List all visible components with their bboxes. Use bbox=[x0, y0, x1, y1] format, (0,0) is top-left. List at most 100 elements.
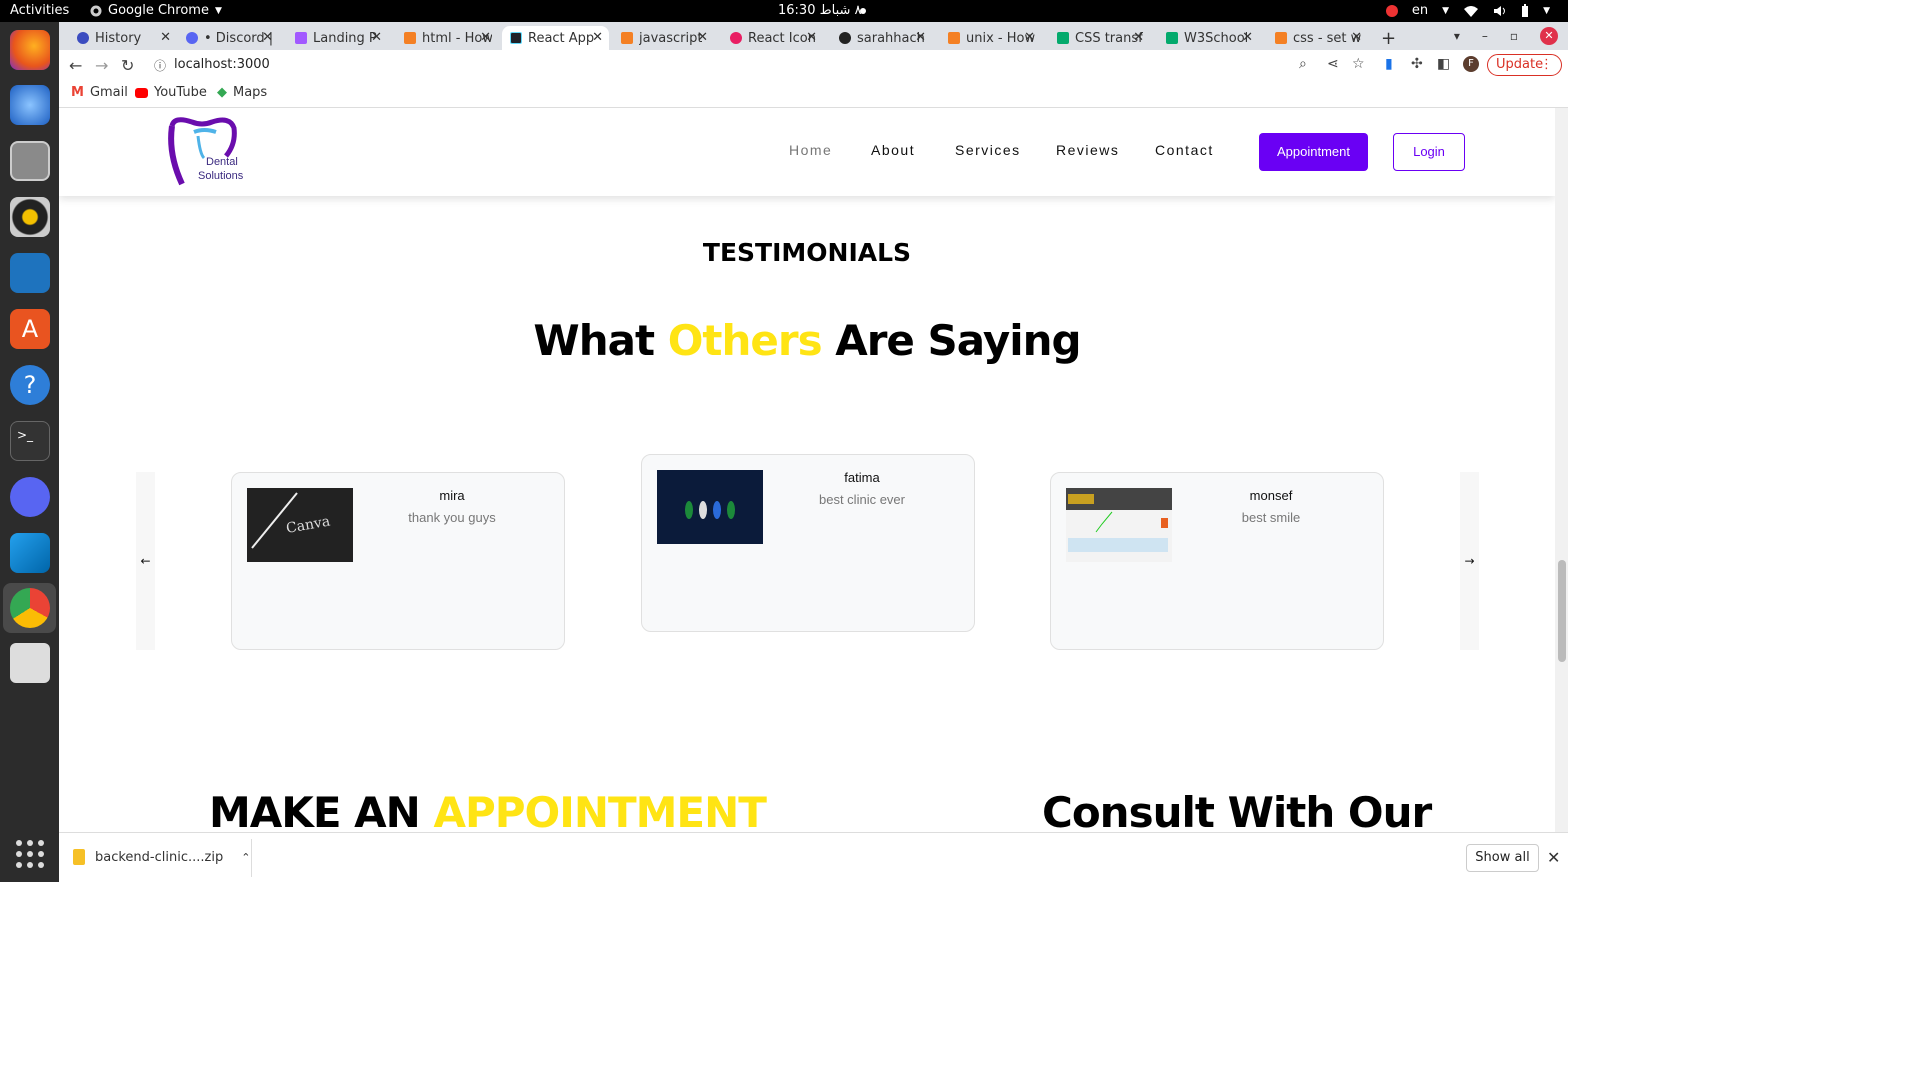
nav-contact[interactable]: Contact bbox=[1155, 142, 1214, 158]
page-scrollbar[interactable] bbox=[1555, 108, 1568, 832]
nav-services[interactable]: Services bbox=[955, 142, 1021, 158]
back-arrow-icon[interactable]: ← bbox=[69, 56, 82, 75]
close-icon[interactable]: ✕ bbox=[697, 30, 708, 45]
tab-history[interactable]: History ✕ bbox=[69, 26, 177, 50]
chevron-up-icon[interactable]: ⌃ bbox=[241, 851, 250, 864]
testimonial-name: mira bbox=[439, 488, 465, 503]
nav-about[interactable]: About bbox=[871, 142, 915, 158]
minimize-icon[interactable]: – bbox=[1482, 29, 1488, 43]
update-button[interactable]: Update ⋮ bbox=[1487, 54, 1562, 76]
show-apps-icon[interactable] bbox=[16, 840, 44, 868]
appointment-heading-highlight: APPOINTMENT bbox=[433, 788, 766, 832]
tab-javascript[interactable]: javascript ✕ bbox=[613, 26, 714, 50]
close-window-icon[interactable]: ✕ bbox=[1540, 27, 1558, 45]
section-heading: What Others Are Saying bbox=[59, 316, 1555, 365]
close-icon[interactable]: ✕ bbox=[1351, 30, 1362, 45]
discord-icon[interactable] bbox=[10, 477, 50, 517]
firefox-icon[interactable] bbox=[10, 30, 50, 70]
bookmark-gmail[interactable]: M Gmail bbox=[71, 85, 128, 100]
close-icon[interactable]: ✕ bbox=[480, 30, 491, 45]
tab-css-set[interactable]: css - set w ✕ bbox=[1267, 26, 1368, 50]
testimonial-name: fatima bbox=[844, 470, 880, 485]
close-icon[interactable]: ✕ bbox=[1024, 30, 1035, 45]
bookmark-star-icon[interactable]: ☆ bbox=[1352, 56, 1365, 72]
close-icon[interactable]: ✕ bbox=[915, 30, 926, 45]
tab-sarahhach[interactable]: sarahhach ✕ bbox=[831, 26, 932, 50]
thunderbird-icon[interactable] bbox=[10, 85, 50, 125]
testimonial-image: Canva bbox=[247, 488, 353, 562]
new-tab-button[interactable]: + bbox=[1381, 28, 1396, 49]
nav-reviews[interactable]: Reviews bbox=[1056, 142, 1119, 158]
chrome-dock-icon[interactable] bbox=[10, 588, 50, 628]
close-icon[interactable]: ✕ bbox=[262, 30, 273, 45]
zip-file-icon bbox=[73, 849, 85, 865]
tab-w3schools[interactable]: W3School ✕ bbox=[1158, 26, 1259, 50]
heading-part1: What bbox=[533, 316, 668, 365]
search-icon[interactable] bbox=[10, 643, 50, 683]
rhythmbox-icon[interactable] bbox=[10, 197, 50, 237]
system-tray[interactable]: en ▼ ▼ bbox=[1385, 3, 1550, 18]
site-logo[interactable]: Dental Solutions bbox=[164, 114, 254, 189]
close-icon[interactable]: ✕ bbox=[592, 30, 603, 45]
close-icon[interactable]: ✕ bbox=[371, 30, 382, 45]
bookmark-maps[interactable]: ◆ Maps bbox=[217, 85, 267, 100]
tab-react-icons[interactable]: React Icon ✕ bbox=[722, 26, 823, 50]
testimonial-card: fatima best clinic ever bbox=[641, 454, 975, 632]
show-all-button[interactable]: Show all bbox=[1466, 844, 1539, 872]
side-panel-icon[interactable]: ◧ bbox=[1437, 56, 1450, 72]
software-center-icon[interactable]: A bbox=[10, 309, 50, 349]
bookmark-label: Gmail bbox=[89, 85, 128, 100]
close-icon[interactable]: ✕ bbox=[160, 30, 171, 45]
writer-icon[interactable] bbox=[10, 253, 50, 293]
tab-html-how[interactable]: html - How ✕ bbox=[396, 26, 497, 50]
chevron-down-icon: ▼ bbox=[1442, 5, 1450, 16]
app-menu[interactable]: Google Chrome ▼ bbox=[90, 3, 222, 18]
puzzle-icon[interactable]: ✣ bbox=[1411, 56, 1423, 72]
profile-avatar[interactable]: F bbox=[1463, 56, 1479, 72]
close-icon[interactable]: ✕ bbox=[1547, 848, 1560, 867]
nav-home[interactable]: Home bbox=[789, 142, 832, 158]
prev-arrow-button[interactable]: ← bbox=[136, 472, 155, 650]
login-button[interactable]: Login bbox=[1393, 133, 1465, 171]
extension-icon[interactable]: ▮ bbox=[1385, 56, 1393, 72]
close-icon[interactable]: ✕ bbox=[806, 30, 817, 45]
appointment-button[interactable]: Appointment bbox=[1259, 133, 1368, 171]
files-icon[interactable] bbox=[10, 141, 50, 181]
tab-search-icon[interactable]: ▾ bbox=[1454, 29, 1460, 43]
terminal-icon[interactable]: >_ bbox=[10, 421, 50, 461]
close-icon[interactable]: ✕ bbox=[1242, 30, 1253, 45]
bookmark-youtube[interactable]: YouTube bbox=[135, 85, 207, 100]
testimonial-image bbox=[1066, 488, 1172, 562]
restore-icon[interactable]: ▫ bbox=[1510, 29, 1518, 43]
tab-discord[interactable]: • Discord | ✕ bbox=[178, 26, 279, 50]
site-header: Dental Solutions Home About Services Rev… bbox=[59, 108, 1555, 196]
tab-landing[interactable]: Landing P ✕ bbox=[287, 26, 388, 50]
chevron-down-icon: ▼ bbox=[214, 5, 222, 16]
help-icon[interactable]: ? bbox=[10, 365, 50, 405]
consult-heading: Consult With Our bbox=[1042, 788, 1432, 832]
reload-icon[interactable]: ↻ bbox=[121, 56, 134, 75]
zoom-icon[interactable]: ⌕ bbox=[1299, 56, 1307, 72]
vscode-icon[interactable] bbox=[10, 533, 50, 573]
logo-text-line1: Dental bbox=[206, 156, 238, 168]
browser-chrome: History ✕ • Discord | ✕ Landing P ✕ html - … bbox=[59, 22, 1568, 108]
forward-arrow-icon[interactable]: → bbox=[95, 56, 108, 75]
notification-dot-icon bbox=[860, 8, 866, 14]
close-icon[interactable]: ✕ bbox=[1133, 30, 1144, 45]
language-indicator[interactable]: en bbox=[1412, 3, 1428, 18]
tab-react-app[interactable]: React App ✕ bbox=[502, 26, 609, 50]
clock[interactable]: 16:30 ٨ شباط bbox=[778, 3, 862, 18]
bookmarks-bar: M Gmail YouTube ◆ Maps bbox=[59, 80, 1568, 108]
next-arrow-button[interactable]: → bbox=[1460, 472, 1479, 650]
tab-css-transform[interactable]: CSS transf ✕ bbox=[1049, 26, 1150, 50]
scrollbar-thumb[interactable] bbox=[1558, 560, 1566, 662]
app-menu-label: Google Chrome bbox=[108, 3, 209, 18]
download-item[interactable]: backend-clinic....zip ⌃ bbox=[73, 849, 250, 865]
logo-text-line2: Solutions bbox=[198, 170, 244, 182]
activities-button[interactable]: Activities bbox=[10, 3, 69, 18]
share-icon[interactable]: ⋖ bbox=[1327, 56, 1339, 72]
tab-favicon bbox=[1275, 32, 1287, 44]
tab-unix[interactable]: unix - How ✕ bbox=[940, 26, 1041, 50]
tab-favicon bbox=[621, 32, 633, 44]
url-text[interactable]: localhost:3000 bbox=[174, 57, 270, 72]
